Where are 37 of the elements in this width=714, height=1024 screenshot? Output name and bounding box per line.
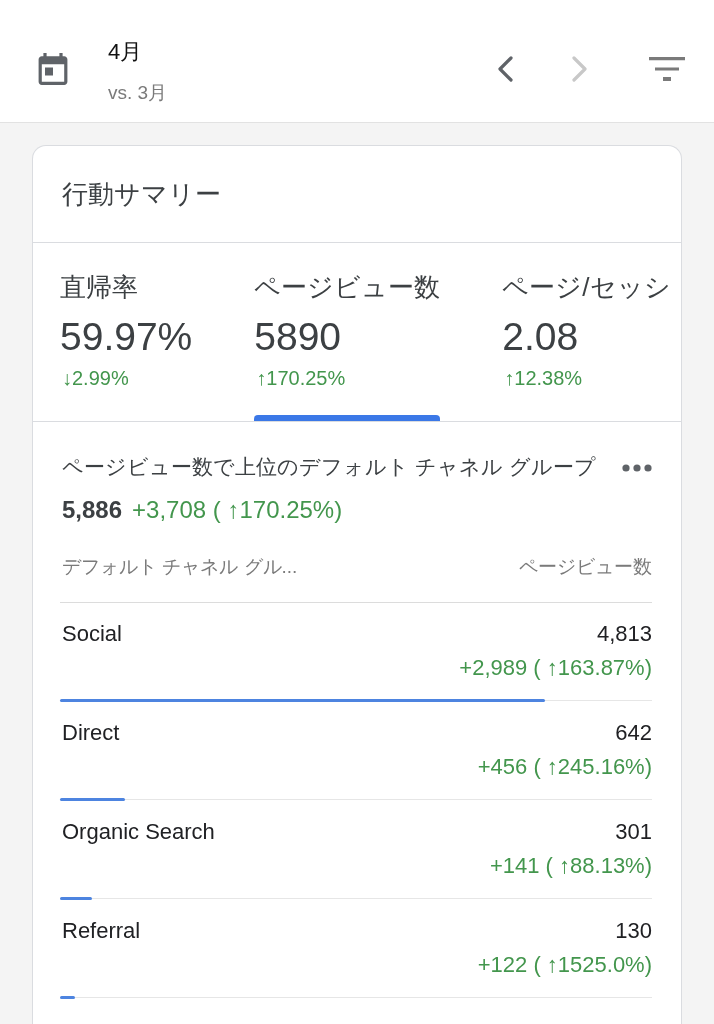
metric-change: ↑170.25% [256,366,346,391]
more-icon[interactable] [622,464,652,472]
channel-name: Social [62,620,122,648]
total-pageviews: 5,886 [62,495,123,525]
channel-change: +2,989 ( ↑163.87%) [459,654,652,682]
metric-label: ページビュー数 [254,271,441,303]
metric-value: 59.97% [60,314,193,360]
channel-name: Referral [62,917,141,945]
card-title: 行動サマリー [62,178,221,210]
channel-pageviews: 642 [615,719,652,747]
metric-label: 直帰率 [60,271,138,303]
channel-pageviews: 301 [615,818,652,846]
channel-change: +141 ( ↑88.13%) [489,852,652,880]
filter-icon [649,57,685,81]
metric-value: 2.08 [502,314,579,360]
metric-tab[interactable]: 直帰率 59.97% ↓2.99% [60,243,193,421]
metric-tab[interactable]: ページビュー数 5890 ↑170.25% [254,243,441,421]
channel-change: +122 ( ↑1525.0%) [477,951,652,979]
chevron-right-icon [572,56,588,82]
channel-change: +456 ( ↑245.16%) [477,753,652,781]
comparison-label: vs. 3月 [108,81,168,105]
month-title: 4月 [108,38,144,66]
channel-name: Organic Search [62,818,215,846]
column-header: デフォルト チャネル グル... [62,555,298,579]
channel-pageviews: 4,813 [596,620,652,648]
breakdown-title: ページビュー数で上位のデフォルト チャネル グループ [62,454,597,480]
chevron-left-icon [497,56,513,82]
channel-pageviews: 130 [615,917,652,945]
metric-change: ↑12.38% [504,366,583,391]
metric-value: 5890 [254,314,342,360]
metric-label: ページ/セッシ [502,271,671,303]
metric-tab[interactable]: ページ/セッシ 2.08 ↑12.38% [502,243,671,421]
total-change: +3,708 ( ↑170.25%) [132,495,343,525]
column-header: ページビュー数 [519,555,652,579]
calendar-icon [38,53,68,85]
channel-name: Direct [62,719,120,747]
metric-change: ↓2.99% [62,366,129,391]
